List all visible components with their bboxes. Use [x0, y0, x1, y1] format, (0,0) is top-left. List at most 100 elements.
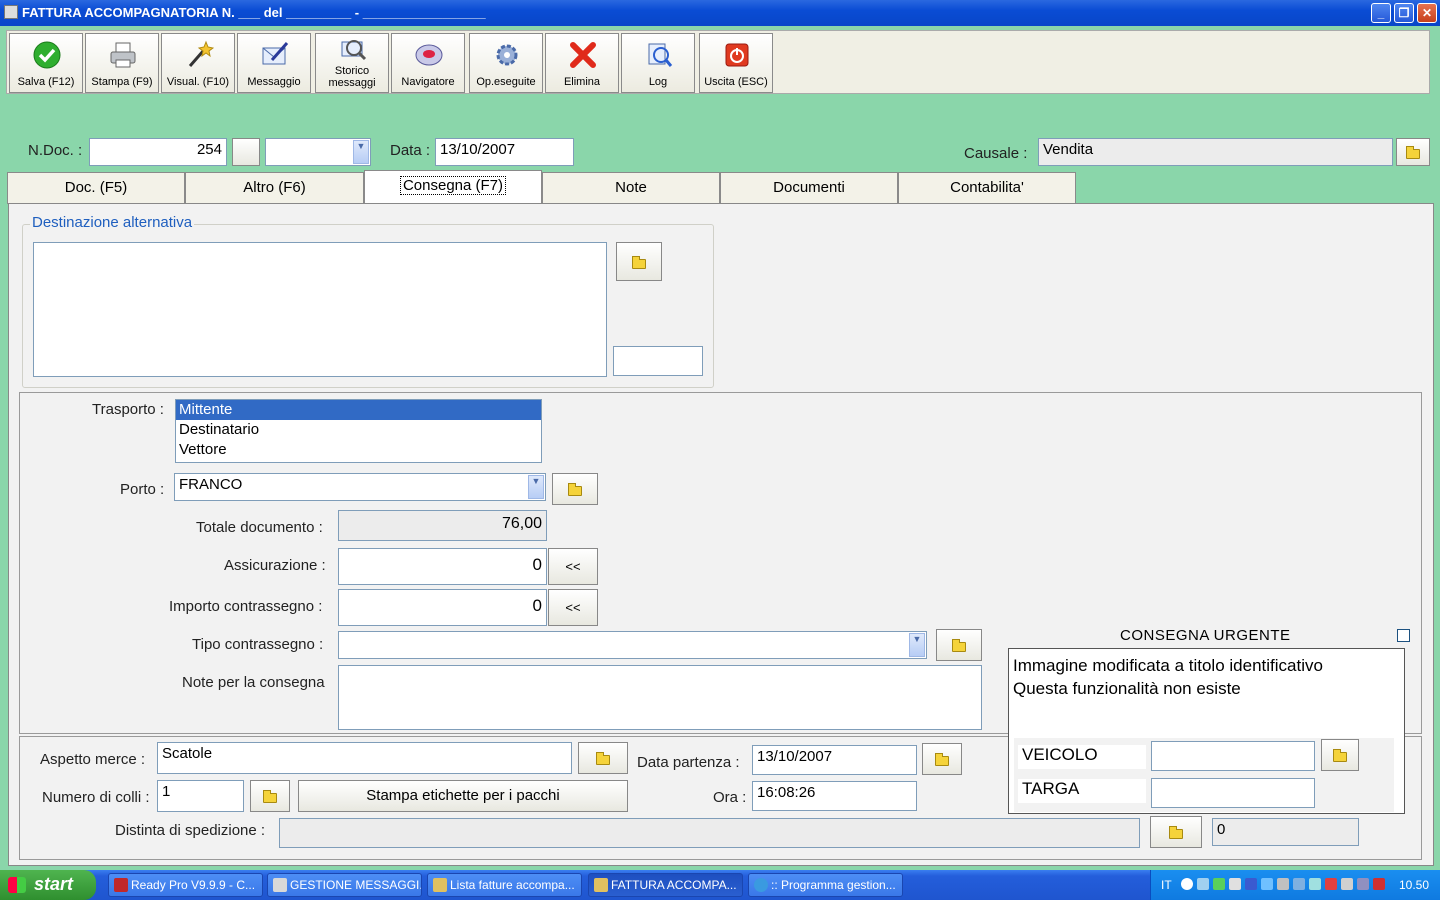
tab-documenti[interactable]: Documenti: [720, 172, 898, 204]
start-button[interactable]: start: [0, 870, 96, 900]
tray-app-icon[interactable]: [1261, 878, 1273, 890]
goods-appearance-label: Aspetto merce :: [40, 751, 146, 768]
tab-doc[interactable]: Doc. (F5): [7, 172, 185, 204]
print-button[interactable]: Stampa (F9): [85, 33, 159, 93]
taskbar-item[interactable]: :: Programma gestion...: [748, 873, 903, 897]
destination-code-field[interactable]: [613, 346, 703, 376]
tab-note[interactable]: Note: [542, 172, 720, 204]
transport-listbox[interactable]: Mittente Destinatario Vettore: [175, 399, 542, 463]
causale-lookup-button[interactable]: [1396, 138, 1430, 166]
destination-group-title: Destinazione alternativa: [30, 214, 195, 231]
tray-app-icon[interactable]: [1325, 878, 1337, 890]
network-icon[interactable]: [1293, 878, 1305, 890]
transport-option[interactable]: Vettore: [176, 440, 541, 460]
causale-field[interactable]: Vendita: [1038, 138, 1393, 166]
vehicle-lookup-button[interactable]: [1321, 739, 1359, 771]
delete-button[interactable]: Elimina: [545, 33, 619, 93]
taskbar-item-label: Lista fatture accompa...: [450, 878, 575, 892]
taskbar-item[interactable]: Lista fatture accompa...: [427, 873, 582, 897]
cod-amount-copy-button[interactable]: <<: [548, 589, 598, 626]
tray-app-icon[interactable]: [1277, 878, 1289, 890]
plate-label: TARGA: [1018, 779, 1146, 803]
printer-icon: [110, 42, 136, 68]
taskbar-item-active[interactable]: FATTURA ACCOMPA...: [588, 873, 743, 897]
tray-app-icon[interactable]: [1309, 878, 1321, 890]
plate-field[interactable]: [1151, 778, 1315, 808]
delivery-notes-field[interactable]: [338, 665, 982, 730]
tab-consegna[interactable]: Consegna (F7): [364, 170, 542, 204]
save-button[interactable]: Salva (F12): [9, 33, 83, 93]
clock[interactable]: 10.50: [1399, 878, 1429, 892]
destination-textarea[interactable]: [33, 242, 607, 377]
tray-app-icon[interactable]: [1197, 878, 1209, 890]
delete-label: Elimina: [563, 76, 601, 88]
language-indicator[interactable]: IT: [1161, 878, 1172, 892]
delivery-notes-label: Note per la consegna: [182, 674, 325, 691]
goods-appearance-lookup-button[interactable]: [578, 742, 628, 774]
chevron-down-icon: ▼: [909, 633, 925, 657]
tray-app-icon[interactable]: [1341, 878, 1353, 890]
cod-type-select[interactable]: ▼: [338, 631, 927, 659]
tab-contabilita[interactable]: Contabilita': [898, 172, 1076, 204]
message-button[interactable]: Messaggio: [237, 33, 311, 93]
vehicle-label: VEICOLO: [1018, 745, 1146, 769]
tray-app-icon[interactable]: [1229, 878, 1241, 890]
time-field[interactable]: 16:08:26: [752, 781, 917, 811]
exit-button[interactable]: Uscita (ESC): [699, 33, 773, 93]
magic-wand-icon: [188, 40, 214, 67]
destination-lookup-button[interactable]: [616, 242, 662, 281]
packages-lookup-button[interactable]: [250, 780, 290, 812]
total-field: 76,00: [338, 510, 547, 541]
minimize-button[interactable]: _: [1371, 3, 1391, 23]
goods-appearance-field[interactable]: Scatole: [157, 742, 572, 774]
cod-type-lookup-button[interactable]: [936, 629, 982, 661]
urgent-delivery-title: CONSEGNA URGENTE: [1120, 627, 1291, 644]
insurance-field[interactable]: 0: [338, 548, 547, 585]
preview-button[interactable]: Visual. (F10): [161, 33, 235, 93]
transport-option[interactable]: Mittente: [176, 400, 541, 420]
departure-date-field[interactable]: 13/10/2007: [752, 745, 917, 775]
vehicle-field[interactable]: [1151, 741, 1315, 771]
taskbar-item[interactable]: Ready Pro V9.9.9 - C...: [108, 873, 263, 897]
message-pen-icon: [262, 42, 289, 65]
urgent-delivery-checkbox[interactable]: [1397, 629, 1410, 642]
bluetooth-icon[interactable]: [1245, 878, 1257, 890]
porto-select[interactable]: FRANCO ▼: [174, 473, 546, 501]
app-icon: [594, 878, 608, 892]
title-bar: FATTURA ACCOMPAGNATORIA N. ___ del _____…: [0, 0, 1440, 26]
tray-arrow-icon[interactable]: [1181, 878, 1193, 890]
shipping-list-field[interactable]: [279, 818, 1140, 848]
urgent-message-line1: Immagine modificata a titolo identificat…: [1013, 656, 1323, 675]
tab-altro[interactable]: Altro (F6): [185, 172, 364, 204]
urgent-message-line2: Questa funzionalità non esiste: [1013, 679, 1241, 698]
operations-button[interactable]: Op.eseguite: [469, 33, 543, 93]
ndoc-field[interactable]: 254: [89, 138, 227, 166]
print-labels-button[interactable]: Stampa etichette per i pacchi: [298, 780, 628, 812]
packages-count-field[interactable]: 1: [157, 780, 244, 812]
transport-option[interactable]: Destinatario: [176, 420, 541, 440]
cod-amount-field[interactable]: 0: [338, 589, 547, 626]
taskbar-item[interactable]: GESTIONE MESSAGGI...: [267, 873, 422, 897]
tray-app-icon[interactable]: [1213, 878, 1225, 890]
transport-label: Trasporto :: [92, 401, 164, 418]
toolbar: Salva (F12) Stampa (F9) Visual. (F10) Me…: [6, 30, 1430, 94]
ndoc-suffix-button[interactable]: [232, 138, 260, 166]
navigator-button[interactable]: Navigatore: [391, 33, 465, 93]
message-history-button[interactable]: Storico messaggi: [315, 33, 389, 93]
porto-lookup-button[interactable]: [552, 473, 598, 505]
departure-date-button[interactable]: [922, 743, 962, 775]
cod-type-label: Tipo contrassegno :: [192, 636, 324, 653]
preview-label: Visual. (F10): [166, 76, 230, 88]
folder-icon: [263, 790, 277, 803]
shield-icon[interactable]: [1373, 878, 1385, 890]
close-button[interactable]: ✕: [1417, 3, 1437, 23]
series-select[interactable]: ▼: [265, 138, 371, 166]
log-button[interactable]: Log: [621, 33, 695, 93]
tray-app-icon[interactable]: [1357, 878, 1369, 890]
folder-icon: [568, 483, 582, 496]
insurance-copy-button[interactable]: <<: [548, 548, 598, 585]
date-label: Data :: [390, 142, 431, 159]
date-field[interactable]: 13/10/2007: [435, 138, 574, 166]
shipping-list-lookup-button[interactable]: [1150, 816, 1202, 848]
maximize-button[interactable]: ❐: [1394, 3, 1414, 23]
